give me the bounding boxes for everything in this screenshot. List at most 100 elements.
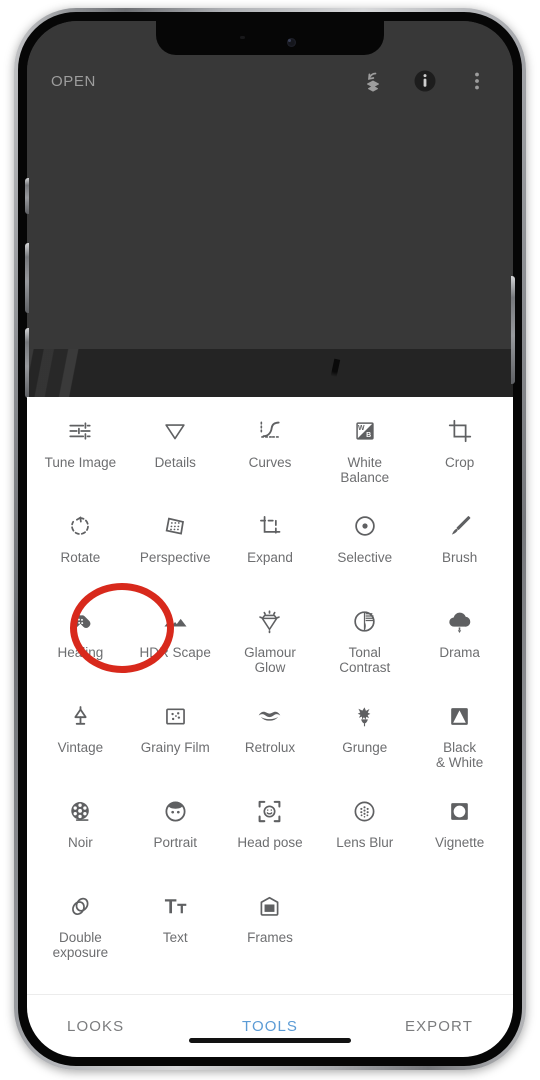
grunge-icon bbox=[350, 701, 380, 731]
tab-export[interactable]: EXPORT bbox=[338, 1018, 473, 1035]
lens-blur-icon bbox=[350, 796, 380, 826]
power-button[interactable] bbox=[511, 276, 515, 384]
tool-tune-image[interactable]: Tune Image bbox=[33, 405, 128, 500]
overflow-menu-icon[interactable] bbox=[465, 69, 489, 93]
tool-label: Healing bbox=[57, 645, 104, 660]
curves-icon bbox=[255, 416, 285, 446]
volume-up-button[interactable] bbox=[25, 243, 29, 313]
tool-tonal-contrast[interactable]: Tonal Contrast bbox=[317, 595, 412, 690]
tool-details[interactable]: Details bbox=[128, 405, 223, 500]
tool-expand[interactable]: Expand bbox=[223, 500, 318, 595]
tool-label: Expand bbox=[247, 550, 293, 565]
tool-label: White Balance bbox=[340, 455, 390, 485]
double-exposure-icon bbox=[65, 891, 95, 921]
tool-label: HDR Scape bbox=[139, 645, 211, 660]
tool-vintage[interactable]: Vintage bbox=[33, 690, 128, 785]
tool-text[interactable]: Text bbox=[128, 880, 223, 975]
mute-switch-button[interactable] bbox=[25, 178, 29, 214]
tool-white-balance[interactable]: W B White Balance bbox=[317, 405, 412, 500]
drama-icon bbox=[445, 606, 475, 636]
front-camera-icon bbox=[286, 37, 296, 47]
retrolux-icon bbox=[255, 701, 285, 731]
tool-label: Details bbox=[154, 455, 196, 470]
portrait-icon bbox=[160, 796, 190, 826]
earpiece-speaker bbox=[240, 36, 245, 39]
tool-head-pose[interactable]: Head pose bbox=[223, 785, 318, 880]
tool-lens-blur[interactable]: Lens Blur bbox=[317, 785, 412, 880]
tool-hdr-scape[interactable]: HDR Scape bbox=[128, 595, 223, 690]
tool-healing[interactable]: Healing bbox=[33, 595, 128, 690]
tool-vignette[interactable]: Vignette bbox=[412, 785, 507, 880]
grainy-film-icon bbox=[160, 701, 190, 731]
tune-image-icon bbox=[65, 416, 95, 446]
tool-label: Noir bbox=[68, 835, 93, 850]
tool-label: Retrolux bbox=[244, 740, 296, 755]
tool-crop[interactable]: Crop bbox=[412, 405, 507, 500]
tools-grid: Tune Image Details Curves W B White Bala… bbox=[27, 397, 513, 994]
tool-noir[interactable]: Noir bbox=[33, 785, 128, 880]
tool-curves[interactable]: Curves bbox=[223, 405, 318, 500]
tool-label: Text bbox=[162, 930, 188, 945]
tool-label: Head pose bbox=[237, 835, 303, 850]
tool-brush[interactable]: Brush bbox=[412, 500, 507, 595]
black-and-white-icon bbox=[445, 701, 475, 731]
hdr-scape-icon bbox=[160, 606, 190, 636]
bottom-nav: LOOKS TOOLS EXPORT bbox=[27, 995, 513, 1057]
tool-label: Vintage bbox=[57, 740, 104, 755]
svg-text:B: B bbox=[366, 432, 371, 439]
tool-label: Grunge bbox=[342, 740, 388, 755]
tool-drama[interactable]: Drama bbox=[412, 595, 507, 690]
tool-label: Black & White bbox=[435, 740, 484, 770]
tool-selective[interactable]: Selective bbox=[317, 500, 412, 595]
open-button[interactable]: OPEN bbox=[51, 73, 96, 90]
crop-icon bbox=[445, 416, 475, 446]
phone-screen: OPEN Tune Image Details Curves W B White… bbox=[27, 21, 513, 1057]
tool-label: Portrait bbox=[153, 835, 197, 850]
tab-looks[interactable]: LOOKS bbox=[67, 1018, 202, 1035]
frames-icon bbox=[255, 891, 285, 921]
tool-double-exposure[interactable]: Double exposure bbox=[33, 880, 128, 975]
tool-rotate[interactable]: Rotate bbox=[33, 500, 128, 595]
tool-frames[interactable]: Frames bbox=[223, 880, 318, 975]
tool-label: Lens Blur bbox=[336, 835, 394, 850]
tool-label: Tonal Contrast bbox=[339, 645, 391, 675]
expand-icon bbox=[255, 511, 285, 541]
tonal-contrast-icon bbox=[350, 606, 380, 636]
svg-text:W: W bbox=[358, 425, 365, 432]
tool-label: Selective bbox=[337, 550, 393, 565]
photo-blemish bbox=[329, 358, 341, 382]
volume-down-button[interactable] bbox=[25, 328, 29, 398]
tool-label: Tune Image bbox=[44, 455, 117, 470]
vintage-icon bbox=[65, 701, 95, 731]
rotate-icon bbox=[65, 511, 95, 541]
tool-label: Glamour Glow bbox=[244, 645, 296, 675]
brush-icon bbox=[445, 511, 475, 541]
phone-frame: OPEN Tune Image Details Curves W B White… bbox=[14, 8, 526, 1070]
healing-icon bbox=[65, 606, 95, 636]
glamour-glow-icon bbox=[255, 606, 285, 636]
head-pose-icon bbox=[255, 796, 285, 826]
tool-retrolux[interactable]: Retrolux bbox=[223, 690, 318, 785]
notch bbox=[156, 21, 384, 55]
layers-undo-icon[interactable] bbox=[361, 69, 385, 93]
tab-tools[interactable]: TOOLS bbox=[202, 1018, 337, 1035]
tool-perspective[interactable]: Perspective bbox=[128, 500, 223, 595]
tool-black-and-white[interactable]: Black & White bbox=[412, 690, 507, 785]
phone-body: OPEN Tune Image Details Curves W B White… bbox=[18, 12, 522, 1066]
tool-grunge[interactable]: Grunge bbox=[317, 690, 412, 785]
tool-label: Crop bbox=[444, 455, 475, 470]
details-icon bbox=[160, 416, 190, 446]
noir-icon bbox=[65, 796, 95, 826]
top-bar-actions bbox=[361, 69, 489, 93]
vignette-icon bbox=[445, 796, 475, 826]
tool-portrait[interactable]: Portrait bbox=[128, 785, 223, 880]
perspective-icon bbox=[160, 511, 190, 541]
tool-label: Drama bbox=[439, 645, 480, 660]
tool-grainy-film[interactable]: Grainy Film bbox=[128, 690, 223, 785]
tool-label: Frames bbox=[247, 930, 293, 945]
tool-label: Curves bbox=[248, 455, 292, 470]
tool-label: Grainy Film bbox=[140, 740, 210, 755]
info-icon[interactable] bbox=[413, 69, 437, 93]
tool-glamour-glow[interactable]: Glamour Glow bbox=[223, 595, 318, 690]
home-indicator[interactable] bbox=[189, 1038, 351, 1043]
